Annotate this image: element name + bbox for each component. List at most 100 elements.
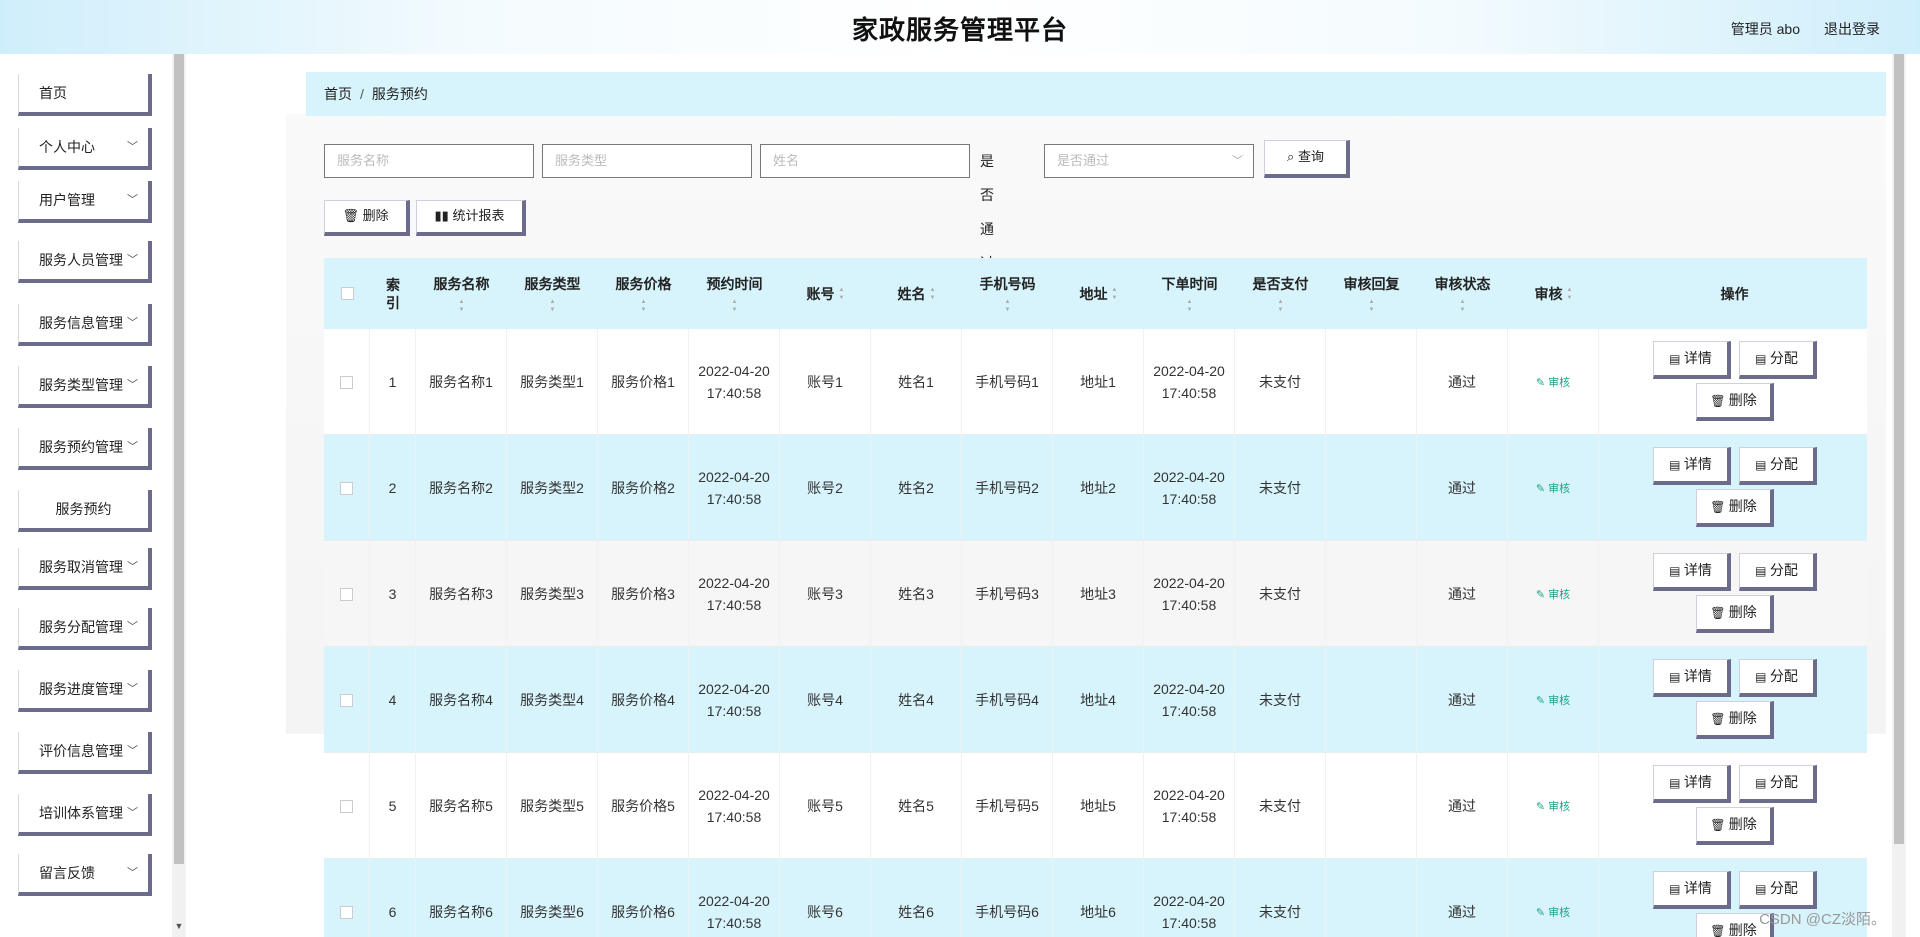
detail-button[interactable]: ▤ 详情 <box>1653 871 1731 909</box>
delete-button-label: 删除 <box>1728 816 1757 832</box>
sort-icon[interactable]: ▲ ▼ <box>1460 298 1466 314</box>
main-scrollbar[interactable] <box>1892 54 1906 937</box>
row-checkbox[interactable] <box>340 799 353 813</box>
audit-link[interactable]: ✎ 审核 <box>1536 586 1570 602</box>
cell-audit-status: 通过 <box>1417 329 1508 435</box>
sidebar-scrollbar[interactable]: ▼ <box>172 54 186 937</box>
detail-button[interactable]: ▤ 详情 <box>1653 553 1731 591</box>
assign-button[interactable]: ▤ 分配 <box>1739 659 1817 697</box>
assign-button[interactable]: ▤ 分配 <box>1739 447 1817 485</box>
row-checkbox[interactable] <box>340 587 353 601</box>
assign-button[interactable]: ▤ 分配 <box>1739 871 1817 909</box>
cell-service-price: 服务价格5 <box>598 753 689 859</box>
cell-text: 服务名称3 <box>429 586 493 602</box>
assign-button[interactable]: ▤ 分配 <box>1739 553 1817 591</box>
column-header-phone[interactable]: 手机号码 ▲ ▼ <box>962 258 1053 329</box>
sort-icon[interactable]: ▲ ▼ <box>839 286 845 302</box>
detail-button[interactable]: ▤ 详情 <box>1653 447 1731 485</box>
sidebar-item[interactable]: 服务进度管理 ﹀ <box>18 670 152 712</box>
row-checkbox[interactable] <box>340 375 353 389</box>
sort-icon[interactable]: ▲ ▼ <box>550 298 556 314</box>
report-button[interactable]: ▮▮ 统计报表 <box>416 200 526 236</box>
name-input[interactable]: 姓名 <box>760 144 970 178</box>
column-header-account[interactable]: 账号 ▲ ▼ <box>780 258 871 329</box>
sidebar-item[interactable]: 服务分配管理 ﹀ <box>18 608 152 650</box>
column-header-label: 服务名称 <box>433 275 490 292</box>
delete-button[interactable]: 🗑 删除 <box>1696 383 1774 421</box>
column-header-service-name[interactable]: 服务名称 ▲ ▼ <box>416 258 507 329</box>
detail-button[interactable]: ▤ 详情 <box>1653 765 1731 803</box>
column-header-audit[interactable]: 审核 ▲ ▼ <box>1508 258 1599 329</box>
column-header-service-price[interactable]: 服务价格 ▲ ▼ <box>598 258 689 329</box>
breadcrumb-home[interactable]: 首页 <box>324 86 352 102</box>
service-type-input[interactable]: 服务类型 <box>542 144 752 178</box>
cell-text: 通过 <box>1448 904 1476 920</box>
cell-text: 账号6 <box>807 904 843 920</box>
cell-text: 手机号码5 <box>975 798 1039 814</box>
audit-link[interactable]: ✎ 审核 <box>1536 480 1570 496</box>
column-header-order-time[interactable]: 下单时间 ▲ ▼ <box>1144 258 1235 329</box>
cell-name: 姓名3 <box>871 541 962 647</box>
assign-button[interactable]: ▤ 分配 <box>1739 341 1817 379</box>
query-button[interactable]: ⌕ 查询 <box>1264 140 1350 178</box>
sidebar-item[interactable]: 评价信息管理 ﹀ <box>18 732 152 774</box>
sort-icon[interactable]: ▲ ▼ <box>1112 286 1118 302</box>
audit-link[interactable]: ✎ 审核 <box>1536 692 1570 708</box>
batch-delete-button[interactable]: 🗑 删除 <box>324 200 410 236</box>
delete-button[interactable]: 🗑 删除 <box>1696 595 1774 633</box>
select-all-checkbox[interactable] <box>340 287 354 300</box>
column-header-service-type[interactable]: 服务类型 ▲ ▼ <box>507 258 598 329</box>
trash-icon: 🗑 <box>1710 606 1729 620</box>
audit-link[interactable]: ✎ 审核 <box>1536 374 1570 390</box>
sidebar-item[interactable]: 首页 <box>18 74 152 116</box>
sort-icon[interactable]: ▲ ▼ <box>1278 298 1284 314</box>
sidebar-item[interactable]: 服务类型管理 ﹀ <box>18 366 152 408</box>
sidebar-item[interactable]: 服务取消管理 ﹀ <box>18 548 152 590</box>
row-checkbox[interactable] <box>340 693 353 707</box>
pass-select[interactable]: 是否通过 ﹀ <box>1044 144 1254 178</box>
delete-button[interactable]: 🗑 删除 <box>1696 489 1774 527</box>
sidebar-item[interactable]: 服务人员管理 ﹀ <box>18 241 152 283</box>
column-header-address[interactable]: 地址 ▲ ▼ <box>1053 258 1144 329</box>
cell-phone: 手机号码5 <box>962 753 1053 859</box>
row-checkbox[interactable] <box>340 481 353 495</box>
delete-button[interactable]: 🗑 删除 <box>1696 701 1774 739</box>
column-header-appointment-time[interactable]: 预约时间 ▲ ▼ <box>689 258 780 329</box>
sort-icon[interactable]: ▲ ▼ <box>732 298 738 314</box>
sort-icon[interactable]: ▲ ▼ <box>1369 298 1375 314</box>
sidebar-item[interactable]: 服务信息管理 ﹀ <box>18 304 152 346</box>
sort-icon[interactable]: ▲ ▼ <box>1187 298 1193 314</box>
detail-button[interactable]: ▤ 详情 <box>1653 659 1731 697</box>
sort-icon[interactable]: ▲ ▼ <box>641 298 647 314</box>
sidebar-item[interactable]: 个人中心 ﹀ <box>18 128 152 170</box>
column-header-audit-reply[interactable]: 审核回复 ▲ ▼ <box>1326 258 1417 329</box>
sidebar-scrollbar-thumb[interactable] <box>174 54 184 864</box>
column-header-paid[interactable]: 是否支付 ▲ ▼ <box>1235 258 1326 329</box>
column-header-audit-status[interactable]: 审核状态 ▲ ▼ <box>1417 258 1508 329</box>
logout-link[interactable]: 退出登录 <box>1824 19 1880 39</box>
audit-link[interactable]: ✎ 审核 <box>1536 798 1570 814</box>
scroll-down-arrow-icon[interactable]: ▼ <box>172 921 186 937</box>
sidebar-item[interactable]: 服务预约管理 ﹀ <box>18 428 152 470</box>
cell-chk <box>324 859 370 937</box>
service-name-input[interactable]: 服务名称 <box>324 144 534 178</box>
sidebar-item[interactable]: 留言反馈 ﹀ <box>18 854 152 896</box>
assign-button[interactable]: ▤ 分配 <box>1739 765 1817 803</box>
sidebar-item[interactable]: 用户管理 ﹀ <box>18 181 152 223</box>
sidebar-item[interactable]: 服务预约 <box>18 490 152 532</box>
sort-icon[interactable]: ▲ ▼ <box>930 286 936 302</box>
main-scrollbar-thumb[interactable] <box>1894 54 1904 844</box>
sidebar-item-label: 服务取消管理 <box>39 559 123 575</box>
edit-icon: ✎ <box>1535 695 1549 707</box>
row-checkbox[interactable] <box>340 905 353 919</box>
column-header-name[interactable]: 姓名 ▲ ▼ <box>871 258 962 329</box>
column-header-label: 审核状态 <box>1434 275 1491 292</box>
sort-icon[interactable]: ▲ ▼ <box>1567 286 1573 302</box>
detail-button[interactable]: ▤ 详情 <box>1653 341 1731 379</box>
cell-appointment-time: 2022-04-20 17:40:58 <box>689 753 780 859</box>
sidebar-item[interactable]: 培训体系管理 ﹀ <box>18 794 152 836</box>
delete-button[interactable]: 🗑 删除 <box>1696 807 1774 845</box>
audit-link[interactable]: ✎ 审核 <box>1536 904 1570 920</box>
sort-icon[interactable]: ▲ ▼ <box>459 298 465 314</box>
sort-icon[interactable]: ▲ ▼ <box>1005 298 1011 314</box>
